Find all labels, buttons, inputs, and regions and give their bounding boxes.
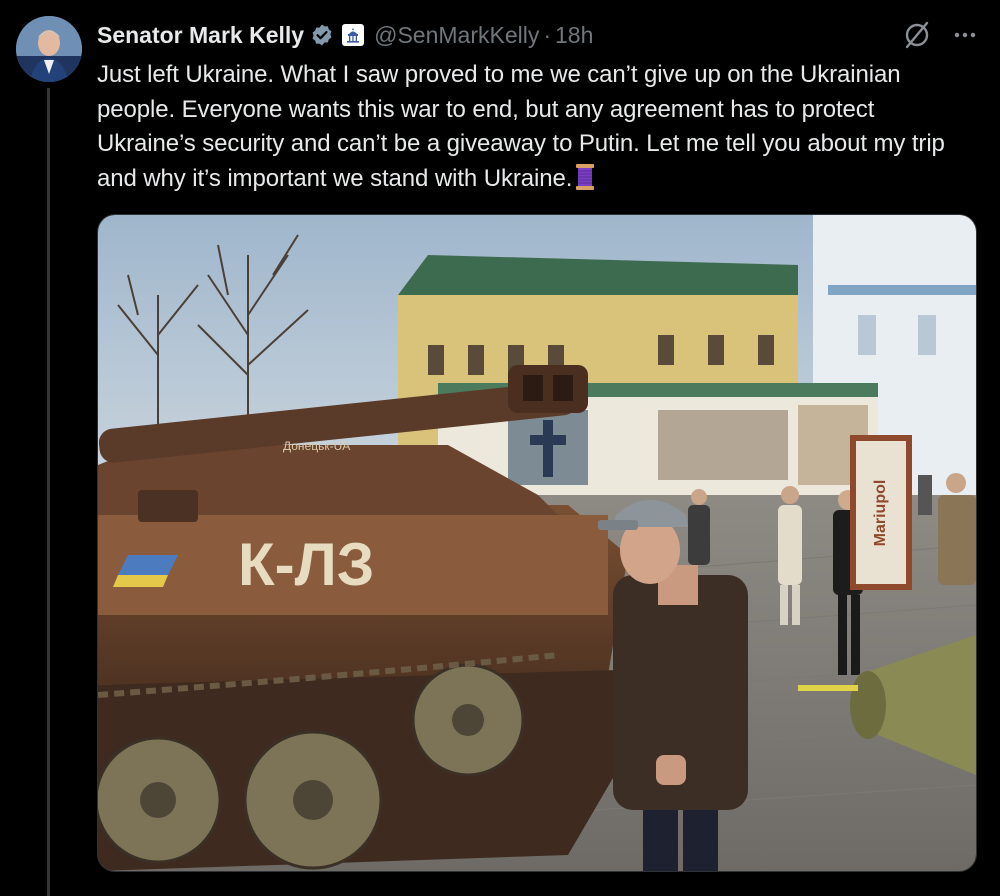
tweet-body: Just left Ukraine. What I saw proved to …	[97, 58, 977, 196]
thread-connector-line	[47, 88, 50, 896]
capitol-building-icon[interactable]	[342, 24, 365, 46]
tweet-text: Just left Ukraine. What I saw proved to …	[97, 61, 945, 192]
author-handle[interactable]: @SenMarkKelly	[374, 22, 539, 49]
more-options-icon[interactable]	[950, 20, 980, 50]
mariupol-sign-text: Mariupol	[872, 480, 889, 547]
tweet-photo[interactable]: Mariupol К-ЛЗ Донецьк-UA	[97, 214, 977, 872]
verified-badge-icon[interactable]	[310, 23, 334, 47]
tank-label: Донецьк-UA	[283, 439, 350, 453]
tank-graffiti: К-ЛЗ	[238, 531, 374, 598]
grok-icon[interactable]	[902, 20, 932, 50]
separator-dot: ·	[543, 21, 551, 48]
author-name[interactable]: Senator Mark Kelly	[97, 22, 304, 49]
timestamp[interactable]: 18h	[555, 22, 593, 49]
avatar[interactable]	[16, 16, 82, 82]
spool-of-thread-emoji	[574, 163, 596, 191]
tweet-header: Senator Mark Kelly @SenMarkKelly · 18h	[97, 18, 980, 52]
